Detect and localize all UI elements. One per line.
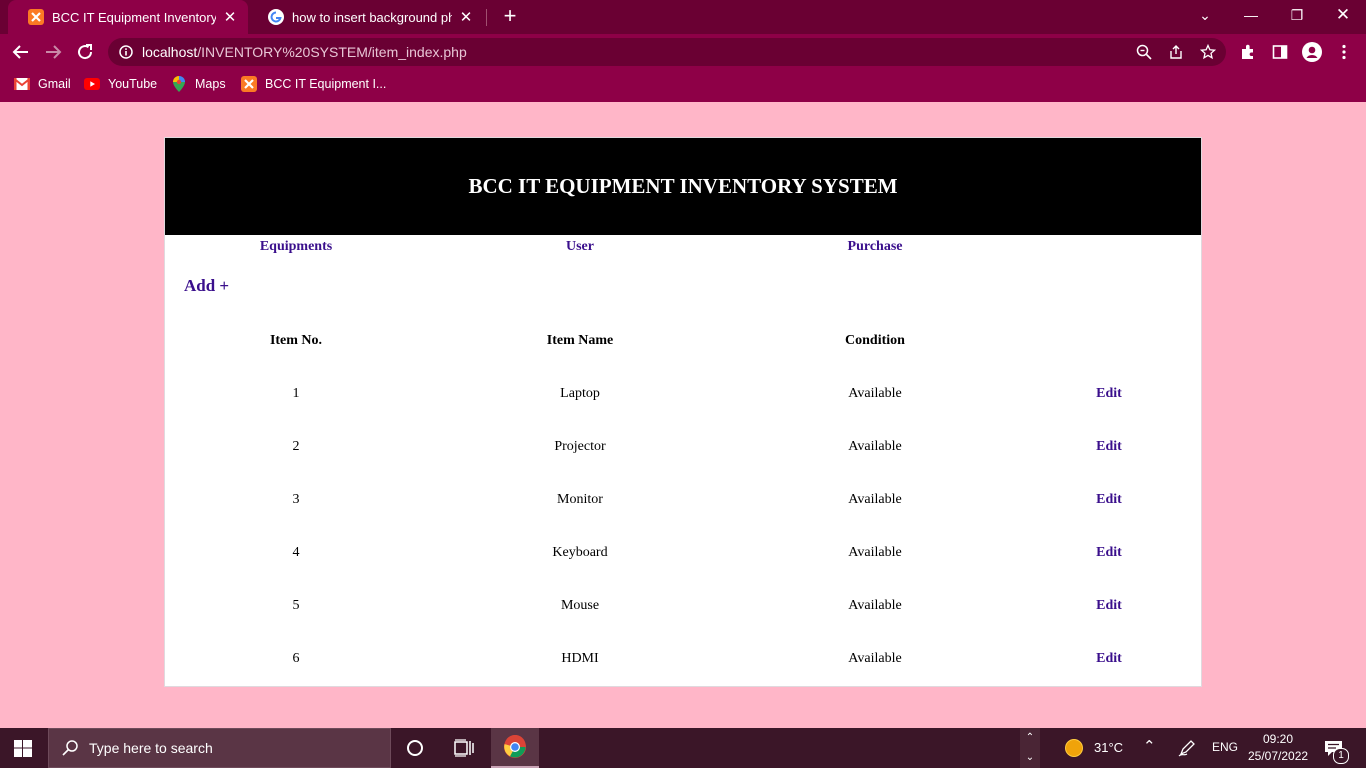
add-item-link[interactable]: Add + (184, 276, 229, 296)
page-title: BCC IT EQUIPMENT INVENTORY SYSTEM (468, 174, 898, 198)
back-icon[interactable] (8, 39, 34, 65)
chevron-down-icon[interactable]: ⌄ (1182, 0, 1228, 30)
bookmark-star-icon[interactable] (1200, 44, 1216, 60)
bookmark-label: YouTube (108, 77, 158, 91)
side-panel-icon[interactable] (1270, 42, 1290, 62)
bookmarks-bar: Gmail YouTube Maps BCC IT Equipment I... (0, 70, 1366, 102)
search-icon (61, 739, 79, 757)
search-placeholder: Type here to search (89, 740, 213, 756)
column-header-condition: Condition (845, 333, 905, 348)
bookmark-bcc-inventory[interactable]: BCC IT Equipment I... (241, 70, 386, 98)
condition-cell: Available (848, 492, 902, 507)
taskbar-scroll[interactable]: ⌃ ⌄ (1020, 728, 1040, 768)
weather-temperature[interactable]: 31°C (1094, 740, 1123, 755)
item-no-cell: 2 (292, 439, 300, 454)
task-view-icon[interactable] (454, 739, 474, 762)
language-indicator[interactable]: ENG (1212, 740, 1238, 754)
zoom-icon[interactable] (1136, 44, 1152, 60)
restore-icon[interactable]: ❐ (1274, 0, 1320, 30)
browser-toolbar: localhost/INVENTORY%20SYSTEM/item_index.… (0, 34, 1366, 70)
column-header-item-name: Item Name (546, 333, 614, 348)
menu-icon[interactable] (1334, 42, 1354, 62)
item-name-cell: Mouse (560, 598, 600, 613)
chrome-taskbar-button[interactable] (491, 728, 539, 768)
item-no-cell: 5 (292, 598, 300, 613)
condition-cell: Available (848, 545, 902, 560)
youtube-icon (84, 76, 100, 92)
gmail-icon (14, 76, 30, 92)
column-header-item-no: Item No. (269, 333, 323, 348)
bookmark-youtube[interactable]: YouTube (84, 70, 157, 98)
url-text: localhost/INVENTORY%20SYSTEM/item_index.… (142, 38, 467, 66)
bookmark-label: Maps (195, 77, 226, 91)
close-icon[interactable]: ✕ (222, 8, 238, 26)
pen-icon[interactable] (1178, 739, 1196, 762)
profile-icon[interactable] (1302, 42, 1322, 62)
xampp-icon (241, 76, 257, 92)
minimize-icon[interactable]: — (1228, 0, 1274, 30)
edit-link[interactable]: Edit (1096, 545, 1122, 561)
nav-link-user[interactable]: User (566, 239, 594, 255)
item-no-cell: 3 (292, 492, 300, 507)
bookmark-label: Gmail (38, 77, 71, 91)
notification-badge: 1 (1333, 748, 1349, 764)
maps-icon (171, 76, 187, 92)
chevron-down-icon[interactable]: ⌄ (1020, 748, 1040, 768)
edit-link[interactable]: Edit (1096, 439, 1122, 455)
google-icon (268, 9, 284, 25)
item-no-cell: 4 (292, 545, 300, 560)
tab-google-search[interactable]: how to insert background photo ✕ (248, 0, 484, 34)
share-icon[interactable] (1168, 44, 1184, 60)
condition-cell: Available (848, 439, 902, 454)
item-name-cell: Laptop (560, 386, 600, 401)
page-header: BCC IT EQUIPMENT INVENTORY SYSTEM (165, 138, 1201, 235)
tab-title: how to insert background photo (292, 9, 452, 25)
chevron-up-icon[interactable]: ⌃ (1020, 728, 1040, 748)
windows-taskbar: Type here to search ⌃ ⌄ 31°C ⌃ ENG 09:20… (0, 728, 1366, 768)
address-bar[interactable]: localhost/INVENTORY%20SYSTEM/item_index.… (108, 38, 1226, 66)
window-close-icon[interactable]: ✕ (1320, 0, 1366, 30)
item-name-cell: Projector (554, 439, 606, 454)
url-host: localhost (142, 44, 198, 60)
condition-cell: Available (848, 386, 902, 401)
condition-cell: Available (848, 651, 902, 666)
info-icon[interactable] (118, 44, 134, 60)
extensions-icon[interactable] (1238, 42, 1258, 62)
clock-time[interactable]: 09:20 (1263, 732, 1293, 746)
edit-link[interactable]: Edit (1096, 386, 1122, 402)
cortana-icon[interactable] (406, 739, 424, 762)
item-name-cell: Monitor (557, 492, 603, 507)
windows-start-icon[interactable] (14, 740, 32, 762)
url-path: /INVENTORY%20SYSTEM/item_index.php (197, 44, 467, 60)
taskbar-search-box[interactable]: Type here to search (48, 728, 391, 768)
tab-divider (486, 9, 487, 26)
item-no-cell: 1 (292, 386, 300, 401)
inventory-card: BCC IT EQUIPMENT INVENTORY SYSTEM Equipm… (165, 138, 1201, 686)
forward-icon[interactable] (40, 39, 66, 65)
clock-date[interactable]: 25/07/2022 (1248, 749, 1308, 763)
tab-bcc-inventory[interactable]: BCC IT Equipment Inventory Syst ✕ (8, 0, 248, 34)
chevron-up-icon[interactable]: ⌃ (1143, 737, 1156, 755)
browser-tab-strip: BCC IT Equipment Inventory Syst ✕ how to… (0, 0, 1366, 34)
edit-link[interactable]: Edit (1096, 598, 1122, 614)
edit-link[interactable]: Edit (1096, 492, 1122, 508)
tab-title: BCC IT Equipment Inventory Syst (52, 9, 216, 25)
item-name-cell: Keyboard (552, 545, 608, 560)
nav-link-purchase[interactable]: Purchase (848, 239, 903, 255)
nav-link-equipments[interactable]: Equipments (260, 239, 332, 255)
bookmark-label: BCC IT Equipment I... (265, 77, 387, 91)
item-no-cell: 6 (292, 651, 300, 666)
chrome-icon (503, 735, 527, 759)
xampp-icon (28, 9, 44, 25)
edit-link[interactable]: Edit (1096, 651, 1122, 667)
bookmark-gmail[interactable]: Gmail (14, 70, 71, 98)
reload-icon[interactable] (72, 39, 98, 65)
new-tab-icon[interactable]: + (498, 4, 522, 28)
close-icon[interactable]: ✕ (458, 8, 474, 26)
condition-cell: Available (848, 598, 902, 613)
weather-sun-icon[interactable] (1065, 739, 1083, 762)
item-name-cell: HDMI (561, 651, 599, 666)
bookmark-maps[interactable]: Maps (171, 70, 226, 98)
